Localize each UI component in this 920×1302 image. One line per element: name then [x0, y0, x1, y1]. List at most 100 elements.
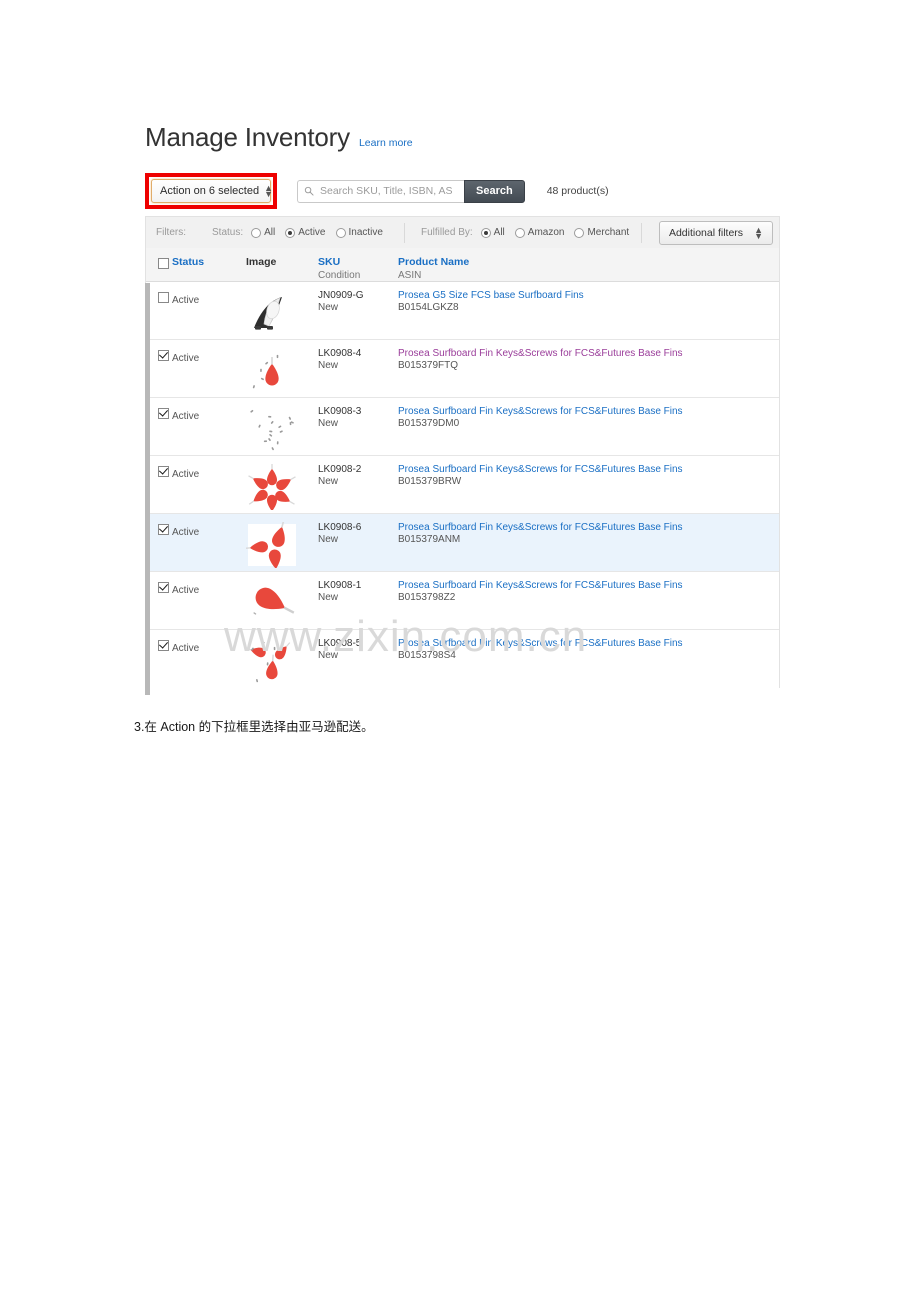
- chevron-updown-icon: ▲ ▼: [754, 224, 763, 241]
- table-row[interactable]: Active LK0908-4 New Prosea Surfboard Fin Ke…: [146, 340, 779, 398]
- row-sku-text: LK0908-3: [318, 406, 362, 417]
- row-checkbox[interactable]: [158, 466, 169, 477]
- product-thumbnail-screws-scatter[interactable]: [246, 406, 298, 452]
- radio-icon-selected[interactable]: [480, 227, 491, 238]
- row-checkbox[interactable]: [158, 408, 169, 419]
- column-header-image: Image: [246, 256, 277, 268]
- column-header-status[interactable]: Status: [172, 256, 246, 268]
- header-image-cell: Image: [246, 256, 318, 268]
- row-status-cell: Active: [172, 290, 246, 308]
- column-header-condition: Condition: [318, 270, 361, 281]
- row-product-name-link[interactable]: Prosea Surfboard Fin Keys&Screws for FCS…: [398, 522, 779, 534]
- row-product-cell: Prosea Surfboard Fin Keys&Screws for FCS…: [398, 464, 779, 488]
- table-left-gutter-bar[interactable]: [145, 283, 150, 695]
- search-button[interactable]: Search: [464, 179, 525, 203]
- row-asin-text: B0153798Z2: [398, 592, 456, 603]
- row-checkbox[interactable]: [158, 292, 169, 303]
- instruction-caption: 3.在 Action 的下拉框里选择由亚马逊配送。: [134, 720, 374, 734]
- row-image-cell: [246, 638, 318, 684]
- table-row[interactable]: Active LK0908-2 New Prosea Surfboard Fin Ke…: [146, 456, 779, 514]
- row-status-text: Active: [172, 469, 200, 480]
- row-product-name-link[interactable]: Prosea G5 Size FCS base Surfboard Fins: [398, 290, 779, 302]
- row-image-cell: [246, 522, 318, 568]
- row-image-cell: [246, 406, 318, 452]
- action-toolbar: Action on 6 selected ▲▼ Search 48 produc…: [145, 170, 609, 212]
- row-checkbox[interactable]: [158, 524, 169, 535]
- row-image-cell: [246, 580, 318, 626]
- fulfilled-radio-merchant[interactable]: Merchant: [574, 227, 629, 238]
- row-condition-text: New: [318, 650, 339, 661]
- page-header: Manage Inventory Learn more: [145, 124, 413, 150]
- search-input[interactable]: [297, 179, 464, 203]
- row-status-cell: Active: [172, 638, 246, 656]
- product-thumbnail-fin-black-white[interactable]: [246, 290, 298, 336]
- row-product-cell: Prosea Surfboard Fin Keys&Screws for FCS…: [398, 638, 779, 662]
- row-sku-cell: LK0908-1 New: [318, 580, 398, 604]
- product-thumbnail-fin-key-single[interactable]: [246, 348, 298, 394]
- product-thumbnail-fin-key-triple[interactable]: [246, 522, 298, 568]
- status-radio-all[interactable]: All: [251, 227, 275, 238]
- row-sku-text: LK0908-2: [318, 464, 362, 475]
- status-radio-inactive[interactable]: Inactive: [335, 227, 383, 238]
- status-radio-active[interactable]: Active: [285, 227, 326, 238]
- row-status-text: Active: [172, 643, 200, 654]
- status-radio-active-label: Active: [298, 227, 326, 238]
- row-product-name-link[interactable]: Prosea Surfboard Fin Keys&Screws for FCS…: [398, 348, 779, 360]
- product-thumbnail-fin-key-big[interactable]: [246, 580, 298, 626]
- fulfilled-radio-all[interactable]: All: [480, 227, 505, 238]
- column-header-product-name[interactable]: Product Name: [398, 256, 779, 268]
- table-row[interactable]: Active LK0908-5 New Prosea Surfboard Fin Ke…: [146, 630, 779, 688]
- row-checkbox[interactable]: [158, 350, 169, 361]
- radio-icon[interactable]: [251, 227, 262, 238]
- product-thumbnail-fin-key-pair[interactable]: [246, 638, 298, 684]
- filter-divider: [403, 222, 405, 243]
- row-status-text: Active: [172, 585, 200, 596]
- row-checkbox[interactable]: [158, 582, 169, 593]
- radio-icon-selected[interactable]: [285, 227, 296, 238]
- row-condition-text: New: [318, 534, 339, 545]
- product-thumbnail-fin-key-flower[interactable]: [246, 464, 298, 510]
- row-product-name-link[interactable]: Prosea Surfboard Fin Keys&Screws for FCS…: [398, 638, 779, 650]
- page-title: Manage Inventory: [145, 122, 350, 152]
- row-status-cell: Active: [172, 522, 246, 540]
- additional-filters-dropdown[interactable]: Additional filters ▲ ▼: [658, 220, 773, 245]
- table-row[interactable]: Active LK0908-3 New Prosea Surfboard Fin Ke…: [146, 398, 779, 456]
- search-area: Search: [297, 179, 525, 203]
- header-sku-cell: SKU Condition: [318, 256, 398, 281]
- header-select-all-cell: [146, 256, 172, 274]
- table-row[interactable]: Active LK0908-1 New Prosea Surfboard Fin Ke…: [146, 572, 779, 630]
- radio-icon[interactable]: [514, 227, 525, 238]
- status-filter-group: Status: All Active Inactive: [212, 227, 388, 238]
- row-sku-cell: JN0909-G New: [318, 290, 398, 314]
- action-on-selected-dropdown[interactable]: Action on 6 selected ▲ ▼: [151, 179, 273, 203]
- row-sku-text: JN0909-G: [318, 290, 364, 301]
- table-row[interactable]: Active JN0909-G New Prosea G5 Size FCS base…: [146, 282, 779, 340]
- table-row[interactable]: Active LK0908-6 New Prosea Surfboard Fin Ke…: [146, 514, 779, 572]
- column-header-sku[interactable]: SKU: [318, 256, 398, 268]
- row-checkbox[interactable]: [158, 640, 169, 651]
- row-product-name-link[interactable]: Prosea Surfboard Fin Keys&Screws for FCS…: [398, 406, 779, 418]
- row-condition-text: New: [318, 360, 339, 371]
- row-product-name-link[interactable]: Prosea Surfboard Fin Keys&Screws for FCS…: [398, 580, 779, 592]
- fulfilled-radio-amazon-label: Amazon: [527, 227, 565, 238]
- learn-more-link[interactable]: Learn more: [359, 137, 413, 149]
- column-header-asin: ASIN: [398, 270, 422, 281]
- row-sku-cell: LK0908-2 New: [318, 464, 398, 488]
- row-asin-text: B015379FTQ: [398, 360, 459, 371]
- status-radio-all-label: All: [264, 227, 276, 238]
- radio-icon[interactable]: [574, 227, 585, 238]
- filters-label: Filters:: [156, 227, 186, 238]
- row-status-text: Active: [172, 295, 200, 306]
- row-condition-text: New: [318, 476, 339, 487]
- row-product-cell: Prosea Surfboard Fin Keys&Screws for FCS…: [398, 348, 779, 372]
- status-filter-label: Status:: [212, 227, 244, 238]
- fulfilled-radio-amazon[interactable]: Amazon: [514, 227, 565, 238]
- fulfilled-by-filter-group: Fulfilled By: All Amazon Merchant: [421, 227, 634, 238]
- row-status-cell: Active: [172, 464, 246, 482]
- row-product-name-link[interactable]: Prosea Surfboard Fin Keys&Screws for FCS…: [398, 464, 779, 476]
- select-all-checkbox[interactable]: [158, 258, 169, 269]
- row-sku-text: LK0908-6: [318, 522, 362, 533]
- row-sku-text: LK0908-4: [318, 348, 362, 359]
- radio-icon[interactable]: [335, 227, 346, 238]
- row-product-cell: Prosea Surfboard Fin Keys&Screws for FCS…: [398, 406, 779, 430]
